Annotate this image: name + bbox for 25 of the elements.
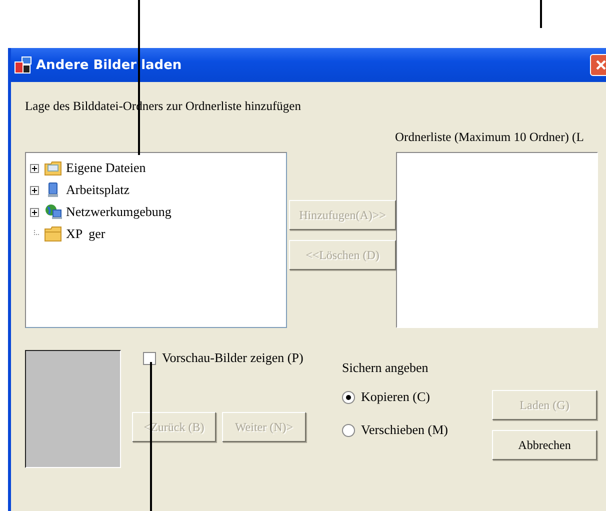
tree-item[interactable]: Eigene Dateien <box>66 160 146 176</box>
tree-item[interactable]: Arbeitsplatz <box>66 182 130 198</box>
tree-item[interactable]: XP ger <box>66 226 106 242</box>
checkbox[interactable] <box>143 352 156 364</box>
tree-item[interactable]: Netzwerkumgebung <box>66 204 172 220</box>
expand-icon[interactable] <box>30 164 39 172</box>
leader-line <box>540 0 542 28</box>
document-folder-icon <box>44 160 62 176</box>
network-icon <box>44 204 62 220</box>
folder-list-label: Ordnerliste (Maximum 10 Ordner) (L <box>395 130 584 144</box>
app-icon <box>14 56 32 74</box>
close-icon <box>595 59 606 71</box>
radio-label[interactable]: Kopieren (C) <box>361 389 430 405</box>
radio-button[interactable] <box>342 390 355 404</box>
radio-button[interactable] <box>342 424 355 436</box>
checkbox-label[interactable]: Vorschau-Bilder zeigen (P) <box>162 350 304 366</box>
expand-icon[interactable] <box>30 208 39 216</box>
window-title: Andere Bilder laden <box>36 58 183 72</box>
folder-tree[interactable]: Eigene Dateien Arbeitsplatz Netzwerkumgebung XP ger <box>25 152 287 328</box>
cancel-button[interactable]: Abbrechen <box>492 430 597 460</box>
radio-label[interactable]: Verschieben (M) <box>361 422 448 438</box>
expand-icon[interactable] <box>30 186 39 194</box>
close-button[interactable] <box>590 54 606 76</box>
folder-icon <box>44 226 62 242</box>
save-group-label: Sichern angeben <box>342 360 430 376</box>
